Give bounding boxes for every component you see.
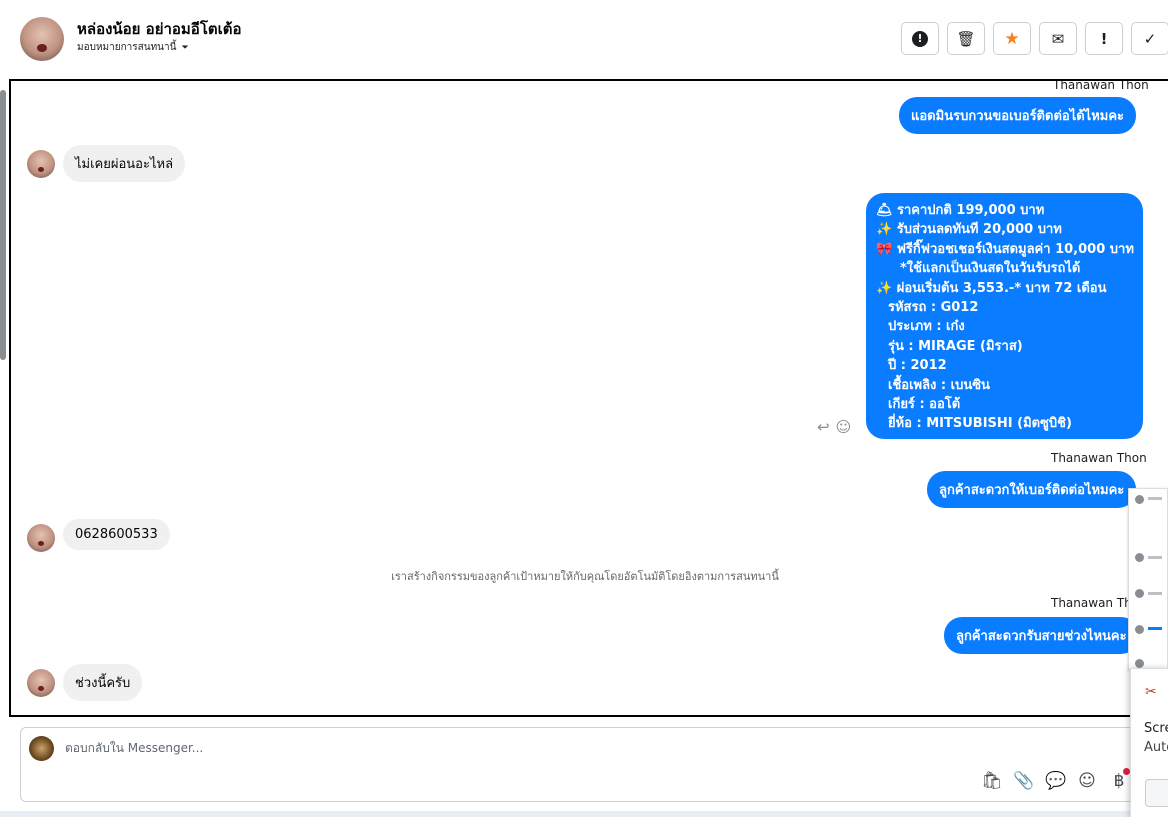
assign-conversation-dropdown[interactable]: มอบหมายการสนทนานี้ ⏷: [77, 40, 189, 55]
notification-title: Scre: [1144, 721, 1168, 736]
mark-spam-button[interactable]: !: [901, 22, 939, 55]
offer-line: ปี : 2012: [888, 358, 947, 374]
contact-avatar-small: [27, 150, 55, 178]
offer-message[interactable]: 🛎 ราคาปกติ 199,000 บาท ✨ รับส่วนลดทันที …: [866, 193, 1143, 439]
sender-name: Thanawan Thon: [1053, 79, 1149, 92]
thumb-line: [1148, 556, 1162, 559]
mark-unread-button[interactable]: ✉: [1039, 22, 1077, 55]
outgoing-message[interactable]: ลูกค้าสะดวกให้เบอร์ติดต่อไหมคะ: [927, 471, 1137, 508]
offer-line: *ใช้แลกเป็นเงินสดในวันรับรถได้: [900, 261, 1081, 277]
incoming-message[interactable]: 0628600533: [63, 519, 170, 550]
notification-dot: [1123, 768, 1130, 775]
incoming-message[interactable]: ช่วงนี้ครับ: [63, 664, 143, 701]
star-icon: ★: [1004, 28, 1020, 49]
offer-line: ประเภท : เก๋ง: [888, 319, 965, 335]
outgoing-message[interactable]: ลูกค้าสะดวกรับสายช่วงไหนคะ: [944, 617, 1139, 654]
exclamation-icon: !: [1100, 29, 1108, 48]
offer-line: เชื้อเพลิง : เบนซิน: [888, 377, 990, 393]
reply-input[interactable]: [65, 741, 965, 755]
assign-label: มอบหมายการสนทนานี้: [77, 42, 177, 53]
conversation-toolbar: ! 🗑 ★ ✉ ! ✓: [901, 22, 1168, 55]
scrollbar-thumb[interactable]: [0, 90, 6, 360]
envelope-icon: ✉: [1051, 29, 1065, 48]
offer-line: 🎀 ฟรีกิ๊ฟวอชเชอร์เงินสดมูลค่า 10,000 บาท: [876, 241, 1134, 257]
outgoing-message[interactable]: แอดมินรบกวนขอเบอร์ติดต่อได้ไหมคะ: [899, 97, 1137, 134]
page-avatar: [29, 736, 54, 761]
shop-icon[interactable]: 🛍: [981, 771, 1003, 791]
sender-name: Thanawan Thon: [1051, 451, 1147, 465]
message-thread[interactable]: Thanawan Thon แอดมินรบกวนขอเบอร์ติดต่อได…: [9, 79, 1168, 717]
checkmark-icon: ✓: [1143, 29, 1157, 48]
react-icon[interactable]: ☺: [836, 418, 852, 436]
follow-up-button[interactable]: !: [1085, 22, 1123, 55]
contact-avatar-small: [27, 669, 55, 697]
bottom-strip: [0, 811, 1168, 817]
contact-name[interactable]: หล่องน้อย อย่าอมอีโตเต้อ: [77, 17, 242, 41]
offer-line: ✨ รับส่วนลดทันที 20,000 บาท: [876, 222, 1062, 238]
contact-avatar[interactable]: [20, 17, 64, 61]
mark-done-button[interactable]: ✓: [1131, 22, 1168, 55]
thumb-avatar: [1135, 495, 1144, 504]
thumb-line: [1148, 497, 1162, 500]
offer-line: รหัสรถ : G012: [888, 300, 979, 316]
offer-line: 🛎 ราคาปกติ 199,000 บาท: [876, 203, 1045, 218]
incoming-message[interactable]: ไม่เคยผ่อนอะไหล่: [63, 145, 186, 182]
emoji-icon[interactable]: ☺: [1077, 771, 1097, 791]
system-note: เราสร้างกิจกรรมของลูกค้าเป้าหมายให้กับคุ…: [391, 570, 779, 583]
notification-text: Auto: [1144, 740, 1168, 755]
thumb-line: [1148, 627, 1162, 630]
saved-reply-icon[interactable]: 💬: [1045, 771, 1066, 791]
thumb-avatar: [1135, 659, 1144, 668]
offer-line: ยี่ห้อ : MITSUBISHI (มิตซูบิชิ): [888, 416, 1072, 432]
offer-line: รุ่น : MIRAGE (มิราส): [888, 338, 1023, 354]
alert-circle-icon: !: [912, 30, 928, 47]
reply-icon[interactable]: ↩: [817, 418, 830, 436]
trash-icon: 🗑: [956, 29, 976, 48]
scissors-icon: ✂: [1145, 684, 1157, 700]
delete-button[interactable]: 🗑: [947, 22, 985, 55]
contact-avatar-small: [27, 524, 55, 552]
message-actions: ↩ ☺: [817, 418, 851, 436]
composer-actions: 🛍 📎 💬 ☺ ฿: [981, 771, 1129, 791]
offer-line: ✨ ผ่อนเริ่มต้น 3,553.-* บาท 72 เดือน: [876, 280, 1107, 296]
thumb-avatar: [1135, 625, 1144, 634]
star-button[interactable]: ★: [993, 22, 1031, 55]
notification-button[interactable]: [1145, 779, 1168, 807]
thumb-avatar: [1135, 589, 1144, 598]
thumb-avatar: [1135, 553, 1144, 562]
screenshot-thumbnail[interactable]: [1128, 488, 1168, 670]
offer-line: เกียร์ : ออโต้: [888, 397, 961, 413]
chevron-down-icon: ⏷: [181, 42, 189, 53]
thumb-line: [1148, 592, 1162, 595]
snipping-notification[interactable]: ✂ Scre Auto: [1130, 668, 1168, 817]
reply-composer: 🛍 📎 💬 ☺ ฿: [20, 727, 1150, 802]
conversation-header: หล่องน้อย อย่าอมอีโตเต้อ มอบหมายการสนทนา…: [0, 0, 1168, 78]
paperclip-icon[interactable]: 📎: [1013, 771, 1034, 791]
